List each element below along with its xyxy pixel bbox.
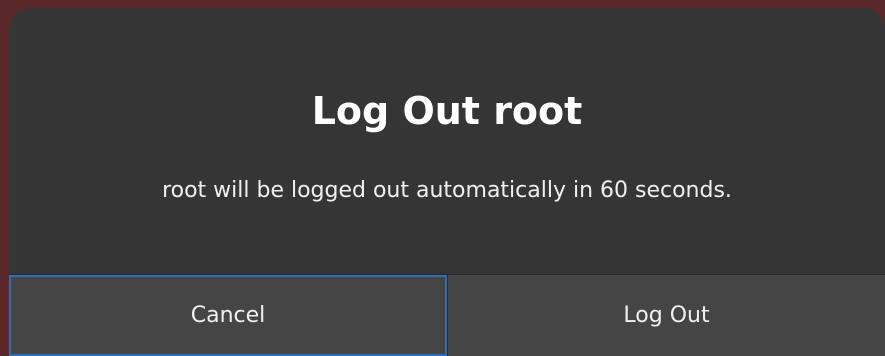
dialog-message: root will be logged out automatically in…	[162, 178, 732, 203]
cancel-button-label: Cancel	[190, 303, 266, 328]
logout-dialog: Log Out root root will be logged out aut…	[9, 8, 885, 356]
logout-button-label: Log Out	[623, 303, 710, 328]
cancel-button[interactable]: Cancel	[9, 275, 447, 356]
logout-button[interactable]: Log Out	[447, 275, 885, 356]
dialog-title: Log Out root	[311, 89, 583, 133]
dialog-button-row: Cancel Log Out	[9, 274, 885, 356]
